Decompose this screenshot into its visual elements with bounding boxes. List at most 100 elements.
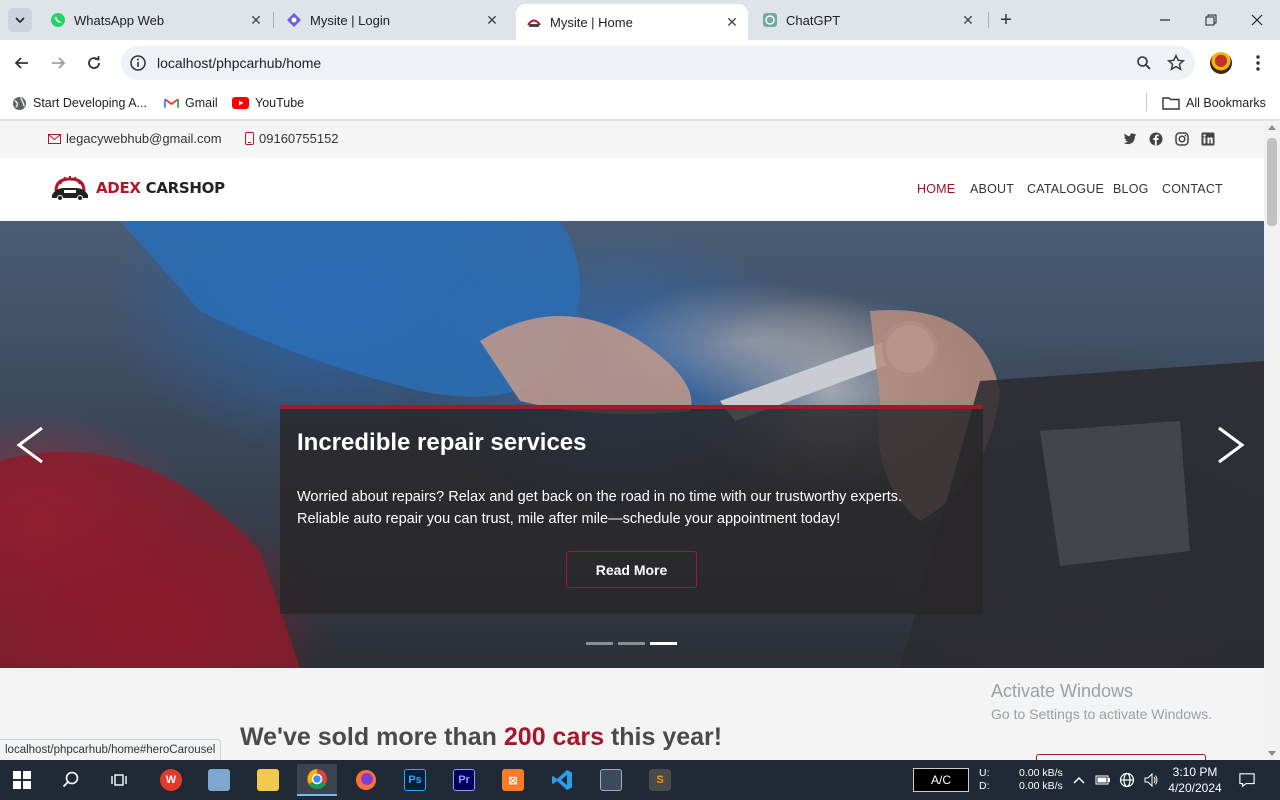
- computer-icon: [208, 769, 230, 791]
- close-icon[interactable]: ✕: [482, 10, 502, 30]
- bookmark-gmail[interactable]: Gmail: [164, 92, 218, 114]
- tab-search-button[interactable]: [8, 8, 32, 32]
- caption-title: Incredible repair services: [297, 429, 587, 456]
- tab-chatgpt[interactable]: ChatGPT ✕: [752, 6, 984, 34]
- linkedin-icon[interactable]: [1200, 131, 1216, 147]
- taskbar-app[interactable]: [591, 764, 631, 796]
- stats-heading: We've sold more than 200 cars this year!: [240, 723, 722, 752]
- bookmarks-bar: Start Developing A... Gmail YouTube All …: [0, 86, 1280, 120]
- close-icon[interactable]: ✕: [722, 12, 742, 32]
- profile-avatar[interactable]: [1210, 52, 1232, 74]
- close-window-button[interactable]: [1234, 0, 1280, 40]
- taskbar-wps[interactable]: W: [151, 764, 191, 796]
- facebook-icon[interactable]: [1148, 131, 1164, 147]
- browser-menu-button[interactable]: [1247, 52, 1269, 74]
- nav-home[interactable]: HOME: [917, 182, 955, 196]
- url-text[interactable]: localhost/phpcarhub/home: [157, 55, 1131, 71]
- scrollbar-thumb[interactable]: [1267, 138, 1277, 226]
- address-bar[interactable]: localhost/phpcarhub/home: [121, 46, 1195, 80]
- battery-icon[interactable]: [1095, 772, 1111, 788]
- scroll-down-arrow[interactable]: [1268, 751, 1276, 756]
- taskbar-vscode[interactable]: [542, 764, 582, 796]
- carshop-logo-icon: [52, 176, 88, 201]
- zoom-icon[interactable]: [1131, 50, 1157, 76]
- restore-button[interactable]: [1188, 0, 1234, 40]
- bookmark-star-icon[interactable]: [1163, 50, 1189, 76]
- nav-about[interactable]: ABOUT: [970, 182, 1014, 196]
- carousel-indicators: [586, 642, 677, 645]
- search-icon: [62, 771, 79, 788]
- tab-whatsapp[interactable]: WhatsApp Web ✕: [40, 6, 272, 34]
- wps-icon: W: [160, 769, 182, 791]
- tab-title: Mysite | Login: [310, 12, 390, 28]
- taskbar-firefox[interactable]: [346, 764, 386, 796]
- read-more-button[interactable]: Read More: [566, 551, 697, 588]
- carshop-icon: [526, 14, 542, 30]
- phone-text: 09160755152: [259, 131, 339, 146]
- taskbar-xampp[interactable]: ⊠: [493, 764, 533, 796]
- scroll-up-arrow[interactable]: [1268, 125, 1276, 130]
- back-button[interactable]: [8, 49, 36, 77]
- site-info-icon[interactable]: [129, 54, 147, 72]
- twitter-icon[interactable]: [1122, 131, 1138, 147]
- notifications-button[interactable]: [1239, 772, 1255, 788]
- close-icon[interactable]: ✕: [246, 10, 266, 30]
- taskbar-file-explorer[interactable]: [248, 764, 288, 796]
- bookmark-start-developing[interactable]: Start Developing A...: [12, 92, 147, 114]
- status-bar-url: localhost/phpcarhub/home#heroCarousel: [0, 739, 222, 760]
- close-icon: [1251, 14, 1263, 26]
- envelope-icon: [48, 133, 61, 144]
- nav-contact[interactable]: CONTACT: [1162, 182, 1223, 196]
- email-contact[interactable]: legacywebhub@gmail.com: [48, 131, 222, 146]
- taskbar-chrome[interactable]: [297, 764, 337, 796]
- reload-button[interactable]: [80, 49, 108, 77]
- gmail-icon: [164, 98, 179, 108]
- taskbar-sublime[interactable]: S: [640, 764, 680, 796]
- taskbar-premiere[interactable]: Pr: [444, 764, 484, 796]
- tray-overflow-button[interactable]: [1071, 772, 1087, 788]
- taskbar-photoshop[interactable]: Ps: [395, 764, 435, 796]
- speaker-icon[interactable]: [1143, 772, 1159, 788]
- carousel-next-button[interactable]: [1215, 426, 1247, 464]
- bookmark-youtube[interactable]: YouTube: [232, 92, 304, 114]
- chevron-down-icon: [15, 17, 25, 24]
- bookmark-label: Gmail: [185, 96, 218, 110]
- arrow-right-icon: [52, 57, 66, 69]
- taskbar-computer[interactable]: [199, 764, 239, 796]
- chevron-right-icon: [1218, 426, 1245, 464]
- sublime-icon: S: [649, 769, 671, 791]
- nav-catalogue[interactable]: CATALOGUE: [1027, 182, 1104, 196]
- ac-indicator[interactable]: A/C: [913, 768, 969, 792]
- carousel-caption: Incredible repair services Worried about…: [280, 405, 983, 614]
- page-scrollbar[interactable]: [1264, 121, 1280, 760]
- carousel-indicator[interactable]: [618, 642, 645, 645]
- brand-logo[interactable]: ADEX CARSHOP: [50, 175, 225, 201]
- carousel-indicator[interactable]: [586, 642, 613, 645]
- search-button[interactable]: [51, 764, 91, 796]
- all-bookmarks-button[interactable]: All Bookmarks: [1162, 92, 1266, 114]
- tab-strip: WhatsApp Web ✕ Mysite | Login ✕ Mysite |…: [0, 0, 1280, 40]
- instagram-icon[interactable]: [1174, 131, 1190, 147]
- start-button[interactable]: [2, 764, 42, 796]
- tab-home[interactable]: Mysite | Home ✕: [516, 4, 748, 40]
- tab-divider: [988, 12, 989, 28]
- carousel-indicator-active[interactable]: [650, 642, 677, 645]
- app-icon: [600, 769, 622, 791]
- close-icon[interactable]: ✕: [958, 10, 978, 30]
- minimize-button[interactable]: [1142, 0, 1188, 40]
- phone-contact[interactable]: 09160755152: [245, 131, 339, 146]
- system-clock[interactable]: 3:10 PM 4/20/2024: [1166, 764, 1224, 796]
- tab-login[interactable]: Mysite | Login ✕: [276, 6, 508, 34]
- tab-divider: [273, 12, 274, 28]
- task-view-button[interactable]: [99, 764, 139, 796]
- email-text: legacywebhub@gmail.com: [66, 131, 222, 146]
- upload-speed: 0.00 kB/s: [1019, 767, 1063, 779]
- task-view-icon: [111, 774, 127, 786]
- whatsapp-icon: [50, 12, 66, 28]
- forward-button[interactable]: [44, 49, 72, 77]
- activate-windows-watermark: Activate Windows Go to Settings to activ…: [991, 681, 1212, 722]
- carousel-prev-button[interactable]: [14, 426, 46, 464]
- network-globe-icon[interactable]: [1119, 772, 1135, 788]
- new-tab-button[interactable]: +: [994, 8, 1018, 32]
- nav-blog[interactable]: BLOG: [1113, 182, 1149, 196]
